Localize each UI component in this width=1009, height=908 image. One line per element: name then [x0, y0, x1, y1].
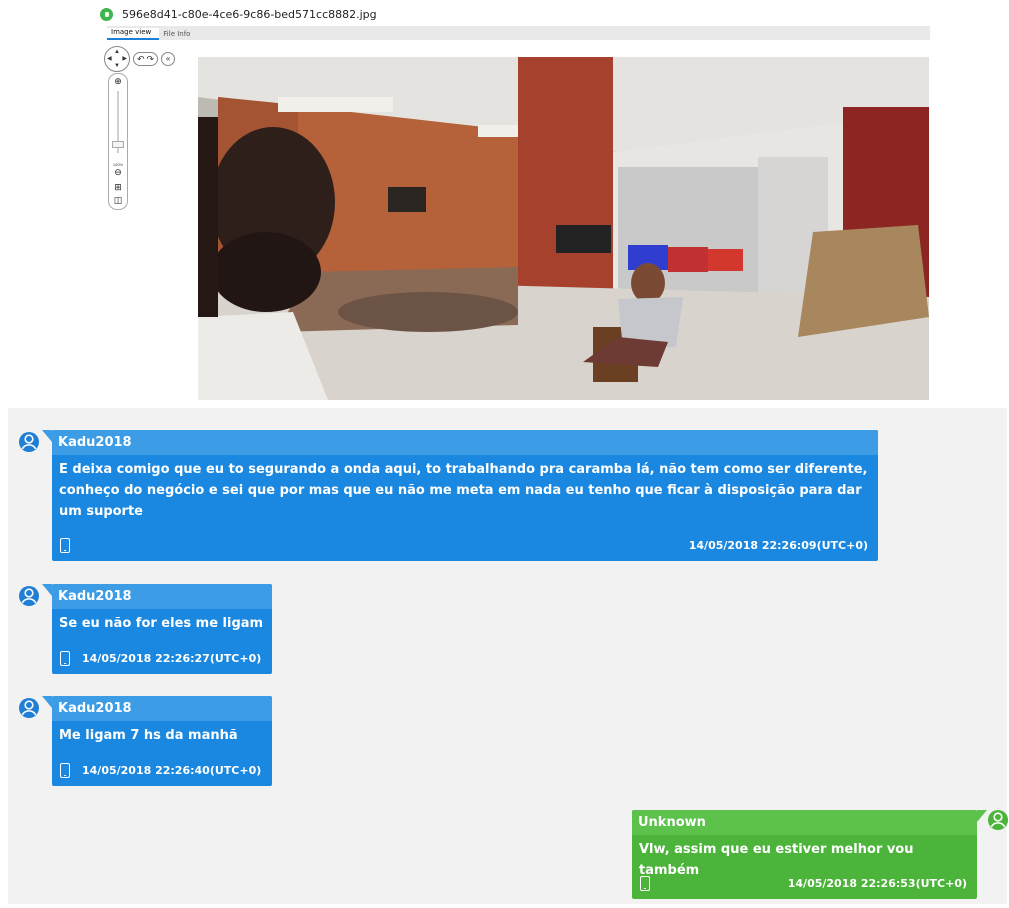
message-text: E deixa comigo que eu to segurando a ond…	[59, 462, 868, 519]
file-name: 596e8d41-c80e-4ce6-9c86-bed571cc8882.jpg	[122, 7, 377, 21]
message-footer: 14/05/2018 22:26:53(UTC+0)	[640, 876, 967, 893]
message-timestamp: 14/05/2018 22:26:40(UTC+0)	[82, 764, 262, 777]
message-timestamp: 14/05/2018 22:26:27(UTC+0)	[82, 652, 262, 665]
bubble-tail	[42, 696, 52, 708]
photo-scene	[198, 57, 929, 400]
message-text: Me ligam 7 hs da manhã	[59, 728, 238, 743]
image-file-icon	[100, 7, 113, 21]
message-footer: 14/05/2018 22:26:09(UTC+0)	[60, 538, 868, 555]
fit-to-window-icon[interactable]: ⊞	[109, 182, 127, 193]
message-bubble: Unknown Vlw, assim que eu estiver melhor…	[632, 810, 977, 899]
zoom-panel: ⊕ 100% ⊖ ⊞ ◫	[108, 73, 128, 210]
file-header: 596e8d41-c80e-4ce6-9c86-bed571cc8882.jpg	[100, 6, 377, 22]
user-avatar-icon	[19, 698, 39, 718]
mobile-phone-icon	[60, 651, 70, 666]
tab-image-view[interactable]: Image view	[107, 28, 160, 40]
message-bubble: Kadu2018 E deixa comigo que eu to segura…	[52, 430, 878, 561]
message-bubble: Kadu2018 Me ligam 7 hs da manhã 14/05/20…	[52, 696, 272, 786]
bubble-tail	[977, 810, 987, 822]
message-timestamp: 14/05/2018 22:26:09(UTC+0)	[688, 539, 868, 552]
user-avatar-icon	[988, 810, 1008, 830]
double-chevron-left-icon[interactable]: «	[161, 52, 176, 66]
zoom-in-icon[interactable]: ⊕	[109, 76, 127, 87]
image-preview	[198, 57, 929, 400]
message-bubble: Kadu2018 Se eu não for eles me ligam 14/…	[52, 584, 272, 674]
bubble-tail	[42, 584, 52, 596]
zoom-out-icon[interactable]: ⊖	[109, 167, 127, 178]
sender-name: Kadu2018	[52, 584, 272, 609]
zoom-slider-thumb[interactable]	[112, 141, 124, 148]
actual-size-icon[interactable]: ◫	[109, 195, 127, 206]
rotate-right-icon[interactable]: ↷	[146, 54, 156, 64]
message-timestamp: 14/05/2018 22:26:53(UTC+0)	[787, 877, 967, 890]
sender-name: Kadu2018	[52, 696, 272, 721]
chat-thread: Kadu2018 E deixa comigo que eu to segura…	[8, 408, 1008, 904]
bubble-tail	[42, 430, 52, 442]
message-footer: 14/05/2018 22:26:27(UTC+0)	[60, 651, 262, 668]
mobile-phone-icon	[60, 763, 70, 778]
mobile-phone-icon	[60, 538, 70, 553]
sender-name: Kadu2018	[52, 430, 878, 455]
message-text: Se eu não for eles me ligam	[59, 616, 264, 631]
rotate-controls: ↶ ↷	[133, 52, 159, 66]
rotate-left-icon[interactable]: ↶	[136, 54, 146, 64]
message-footer: 14/05/2018 22:26:40(UTC+0)	[60, 763, 262, 780]
viewer-navigation: ▲ ▼ ◀ ▶ ↶ ↷ «	[104, 46, 176, 72]
mobile-phone-icon	[640, 876, 650, 891]
tab-file-info[interactable]: File Info	[159, 30, 198, 40]
sender-name: Unknown	[632, 810, 977, 835]
viewer-tabs: Image view File Info	[107, 26, 930, 40]
user-avatar-icon	[19, 432, 39, 452]
pan-arrows-icon[interactable]: ▲ ▼ ◀ ▶	[104, 46, 130, 72]
message-text: Vlw, assim que eu estiver melhor vou tam…	[639, 842, 914, 878]
user-avatar-icon	[19, 586, 39, 606]
